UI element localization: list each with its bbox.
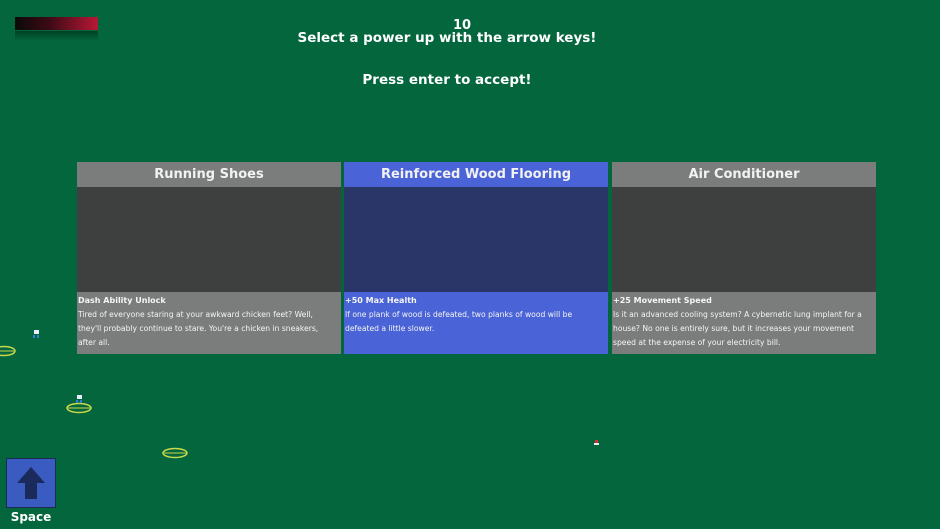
card-image	[344, 187, 608, 292]
powerup-card-reinforced-wood-flooring[interactable]: Reinforced Wood Flooring +50 Max Health …	[344, 162, 608, 354]
space-key-button[interactable]	[6, 458, 56, 508]
card-image	[77, 187, 341, 292]
card-title: Running Shoes	[154, 167, 264, 182]
card-description: Tired of everyone staring at your awkwar…	[78, 310, 319, 347]
enemy-sprite	[66, 395, 92, 414]
card-description: Is it an advanced cooling system? A cybe…	[613, 310, 862, 347]
card-stat: Dash Ability Unlock	[78, 296, 166, 305]
spawn-ring	[162, 447, 188, 459]
player-chicken-sprite	[594, 440, 599, 445]
card-image	[612, 187, 876, 292]
card-description: If one plank of wood is defeated, two pl…	[345, 310, 573, 333]
card-title: Air Conditioner	[688, 167, 800, 182]
enemy-sprite	[0, 330, 39, 357]
powerup-card-air-conditioner[interactable]: Air Conditioner +25 Movement Speed Is it…	[612, 162, 876, 354]
card-stat: +50 Max Health	[345, 296, 417, 305]
accept-prompt: Press enter to accept!	[362, 72, 532, 88]
space-key-label: Space	[10, 510, 52, 524]
select-prompt: Select a power up with the arrow keys!	[297, 30, 597, 46]
card-title: Reinforced Wood Flooring	[380, 167, 572, 182]
card-stat: +25 Movement Speed	[613, 296, 712, 305]
powerup-card-running-shoes[interactable]: Running Shoes Dash Ability Unlock Tired …	[77, 162, 341, 354]
up-arrow-icon	[17, 467, 45, 499]
